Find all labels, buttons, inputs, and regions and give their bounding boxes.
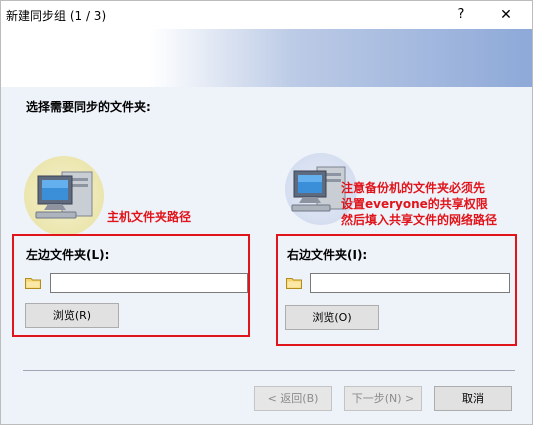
annotation-line: 然后填入共享文件的网络路径 — [341, 213, 498, 227]
annotation-line: 注意备份机的文件夹必须先 — [341, 181, 486, 195]
folder-icon — [286, 278, 302, 289]
right-path-annotation: 注意备份机的文件夹必须先 设置everyone的共享权限 然后填入共享文件的网络… — [341, 180, 531, 228]
cancel-button[interactable]: 取消 — [434, 386, 512, 411]
left-path-annotation: 主机文件夹路径 — [107, 210, 192, 224]
annotation-line: 设置everyone的共享权限 — [341, 197, 488, 211]
back-button[interactable]: < 返回(B) — [254, 386, 332, 411]
computer-icon — [35, 171, 93, 219]
right-browse-button[interactable]: 浏览(O) — [285, 305, 379, 330]
page-heading: 选择需要同步的文件夹: — [26, 100, 151, 114]
window-title: 新建同步组 (1 / 3) — [6, 9, 107, 23]
folder-icon — [25, 278, 41, 289]
close-button[interactable]: ✕ — [489, 4, 523, 26]
right-folder-path-input[interactable] — [310, 273, 510, 293]
left-folder-label: 左边文件夹(L): — [26, 248, 110, 262]
title-bar: 新建同步组 (1 / 3) ? ✕ — [1, 1, 532, 29]
footer-divider — [23, 370, 515, 371]
right-folder-label: 右边文件夹(I): — [287, 248, 368, 262]
next-button[interactable]: 下一步(N) > — [344, 386, 422, 411]
left-browse-button[interactable]: 浏览(R) — [25, 303, 119, 328]
header-banner — [1, 29, 532, 87]
left-folder-path-input[interactable] — [50, 273, 248, 293]
help-button[interactable]: ? — [447, 4, 475, 26]
sync-group-wizard-window: 新建同步组 (1 / 3) ? ✕ 选择需要同步的文件夹: 主机文件夹路径 注意… — [0, 0, 533, 425]
